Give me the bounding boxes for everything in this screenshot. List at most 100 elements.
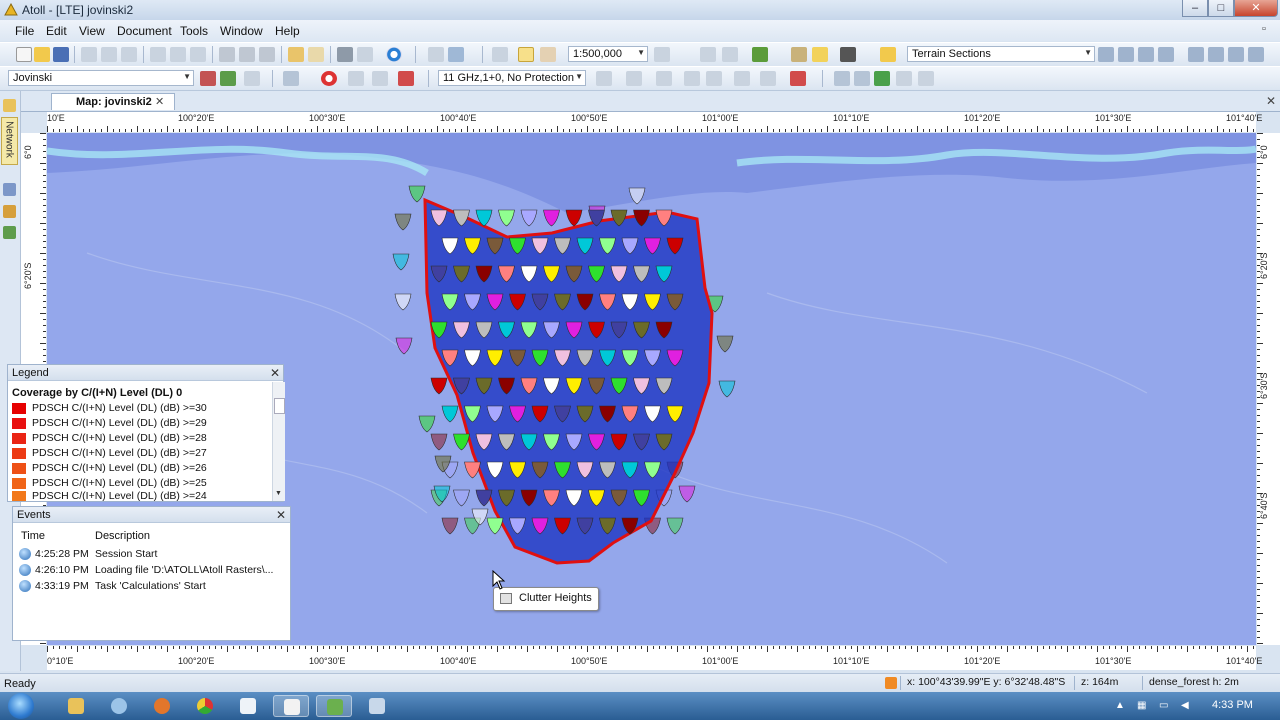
table-icon[interactable] [348,71,364,86]
taskbar-firefox[interactable] [144,695,180,717]
list-icon[interactable] [896,71,912,86]
maximize-button[interactable]: □ [1208,0,1234,17]
menu-document[interactable]: Document [117,24,172,38]
column-header-time[interactable]: Time [21,530,45,542]
event-row[interactable]: 4:26:10 PM Loading file 'D:\ATOLL\Atoll … [19,563,289,579]
antenna-icon[interactable] [428,47,444,62]
geo-icon[interactable] [3,205,16,218]
path-tool-icon[interactable] [834,71,850,86]
chevron-down-icon[interactable]: ▼ [637,48,645,57]
target-icon[interactable] [321,71,337,86]
layers-icon[interactable] [3,226,16,239]
import-icon[interactable] [81,47,97,62]
event-row[interactable]: 4:25:28 PM Session Start [19,547,289,563]
open-folder-icon[interactable] [880,47,896,62]
minimize-button[interactable]: – [1182,0,1208,17]
copy-icon[interactable] [239,47,255,62]
document-close-icon[interactable]: ✕ [1266,94,1276,108]
legend-scrollbar[interactable]: ▼ [272,382,285,501]
network-link-icon[interactable] [656,71,672,86]
status-warning-icon[interactable] [885,677,897,689]
select-pointer-icon[interactable] [518,47,534,62]
report-icon[interactable] [372,71,388,86]
print-preview-icon[interactable] [357,47,373,62]
taskbar-chrome[interactable] [187,695,223,717]
add-site-icon[interactable] [752,47,768,62]
paste-icon[interactable] [259,47,275,62]
database-icon[interactable] [150,47,166,62]
taskbar-notepad[interactable] [230,695,266,717]
tab-close-icon[interactable]: ✕ [155,95,164,108]
tray-expand-icon[interactable]: ▲ [1115,700,1125,711]
save-icon[interactable] [53,47,69,62]
draw-rectangle-icon[interactable] [1118,47,1134,62]
microwave-link-icon[interactable] [596,71,612,86]
tools-icon[interactable] [706,71,722,86]
zoom-in-icon[interactable] [700,47,716,62]
menu-file[interactable]: File [15,24,34,38]
redo-icon[interactable] [308,47,324,62]
open-icon[interactable] [34,47,50,62]
node-tool-icon[interactable] [854,71,870,86]
scale-combo[interactable]: 1:500,000 ▼ [568,46,648,62]
site-tool-icon[interactable] [200,71,216,86]
find-binoculars-icon[interactable] [840,47,856,62]
tooltip-toggle-icon[interactable] [812,47,828,62]
draw-polygon-icon[interactable] [1098,47,1114,62]
events-close-icon[interactable]: ✕ [276,508,286,522]
column-header-description[interactable]: Description [95,530,150,542]
green-tool-icon[interactable] [874,71,890,86]
stop-hand-icon[interactable] [398,71,414,86]
menu-restore-icon[interactable]: ▫ [1262,23,1266,35]
pan-hand-icon[interactable] [540,47,556,62]
table3-icon[interactable] [918,71,934,86]
calculate-icon[interactable] [386,47,402,62]
group-tool-icon[interactable] [220,71,236,86]
clock[interactable]: 4:33 PM [1212,699,1253,711]
taskbar-app[interactable] [273,695,309,717]
contour-icon[interactable] [1188,47,1204,62]
print-icon[interactable] [337,47,353,62]
profile-icon[interactable] [734,71,750,86]
stop2-icon[interactable] [790,71,806,86]
table2-icon[interactable] [760,71,776,86]
hexagon-icon[interactable] [1208,47,1224,62]
cut-icon[interactable] [219,47,235,62]
chevron-down-icon[interactable]: ▼ [1084,48,1092,57]
chevron-down-icon[interactable]: ▼ [575,72,583,81]
new-icon[interactable] [16,47,32,62]
scroll-thumb[interactable] [274,398,285,414]
tray-network-icon[interactable]: ▦ [1137,700,1146,711]
undo-icon[interactable] [288,47,304,62]
taskbar-search[interactable] [101,695,137,717]
signal-icon[interactable] [626,71,642,86]
tray-volume-icon[interactable]: ◀ [1181,700,1189,711]
zoom-previous-icon[interactable] [654,47,670,62]
menu-window[interactable]: Window [220,24,263,38]
zoom-out-icon[interactable] [722,47,738,62]
draw-point-icon[interactable] [1158,47,1174,62]
menu-help[interactable]: Help [275,24,300,38]
draw-line-icon[interactable] [1138,47,1154,62]
settings-icon[interactable] [1248,47,1264,62]
parameters-icon[interactable] [3,183,16,196]
database-refresh-icon[interactable] [190,47,206,62]
project-combo[interactable]: Jovinski ▼ [8,70,194,86]
explorer-icon[interactable] [3,99,16,112]
hop-icon[interactable] [684,71,700,86]
legend-close-icon[interactable]: ✕ [270,366,280,380]
tray-display-icon[interactable]: ▭ [1159,700,1168,711]
database-sync-icon[interactable] [170,47,186,62]
menu-tools[interactable]: Tools [180,24,208,38]
close-button[interactable]: ✕ [1234,0,1278,17]
taskbar-atoll[interactable] [316,695,352,717]
menu-edit[interactable]: Edit [46,24,67,38]
start-button[interactable] [8,693,34,719]
config-combo[interactable]: 11 GHz,1+0, No Protection ▼ [438,70,586,86]
transmitter-icon[interactable] [448,47,464,62]
link-tool-icon[interactable] [283,71,299,86]
layer-combo[interactable]: Terrain Sections ▼ [907,46,1095,62]
menu-view[interactable]: View [79,24,105,38]
export-icon[interactable] [492,47,508,62]
event-row[interactable]: 4:33:19 PM Task 'Calculations' Start [19,579,289,595]
